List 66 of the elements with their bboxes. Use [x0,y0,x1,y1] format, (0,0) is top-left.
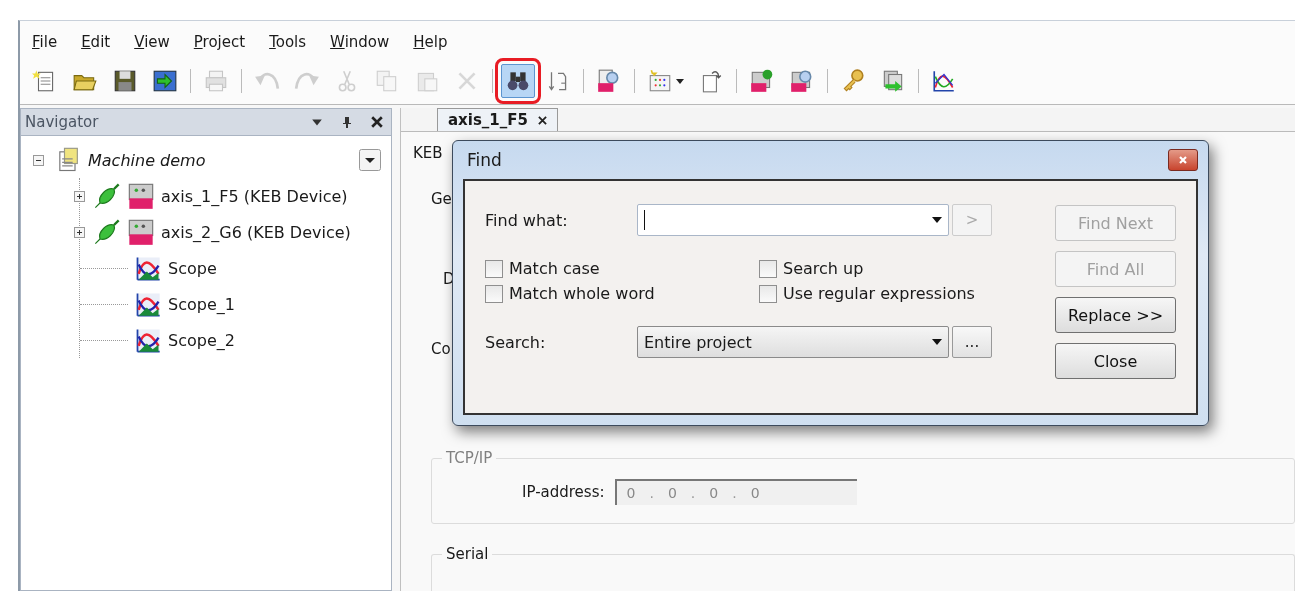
browse-button[interactable]: ... [952,326,992,358]
checkbox-label: Match case [509,259,600,278]
checkbox-label: Use regular expressions [783,284,975,303]
menu-item[interactable]: Help [413,33,448,51]
grid-icon [647,68,673,94]
checkbox-label: Search up [783,259,864,278]
tree-item[interactable]: axis_1_F5 (KEB Device) [161,186,348,206]
device-icon [127,182,155,210]
ip-octet: 0 [626,485,636,501]
form-label: Ge [431,190,452,208]
ip-separator: . [690,485,696,501]
ip-octet: 0 [709,485,719,501]
dialog-title: Find [466,150,502,170]
checkbox[interactable] [759,284,777,303]
ip-octet: 0 [750,485,760,501]
menu-item[interactable]: Window [330,33,390,51]
device-icon [127,218,155,246]
collapse-icon[interactable] [33,154,44,166]
search-scope-dropdown[interactable]: Entire project [637,326,949,358]
import-icon [152,68,178,94]
close-icon [1178,155,1188,165]
field-label: Find what: [485,210,569,230]
checkbox[interactable] [759,259,777,278]
close-button[interactable] [1168,149,1198,171]
checkbox[interactable] [485,259,503,278]
menu-item[interactable]: File [32,33,58,51]
expand-icon[interactable] [74,226,85,238]
device-plus-icon [749,68,775,94]
tree-item[interactable]: Scope_2 [168,330,235,350]
plug-icon [93,182,121,210]
close-icon[interactable] [538,115,547,125]
find-what-field[interactable] [637,204,949,236]
dropdown-button[interactable] [359,149,381,171]
menu-item[interactable]: View [134,33,170,51]
menu-item[interactable]: Project [193,33,246,51]
menu-item[interactable]: Edit [81,33,111,51]
chart-icon [931,68,957,94]
dialog-button[interactable]: Close [1055,343,1176,379]
caret-icon [676,78,684,84]
ip-separator: . [732,485,737,501]
field-label: Search: [485,332,547,352]
ip-separator: . [649,485,654,501]
plug-icon [93,218,121,246]
document-tab[interactable]: axis_1_F5 [437,108,558,131]
printer-icon [203,68,229,94]
form-label: KEB [413,144,443,162]
ip-octet: 0 [667,485,677,501]
tree-item[interactable]: Scope [168,258,217,278]
caret-icon [932,217,942,223]
pin-icon[interactable] [341,116,353,128]
group-title: TCP/IP [442,449,497,467]
dialog-button[interactable]: Replace >> [1055,297,1176,333]
form-label: Co [431,340,451,358]
checkbox[interactable] [485,284,503,303]
panel-title: Navigator [25,113,100,131]
caret-icon [932,339,942,345]
close-icon[interactable] [371,116,383,128]
key-icon [840,68,866,94]
save-icon [112,68,138,94]
checkbox-label: Match whole word [509,284,655,303]
expand-icon[interactable] [74,190,85,202]
menu-item[interactable]: Tools [269,33,307,51]
tree-item[interactable]: Machine demo [88,150,353,170]
field-label: IP-address: [522,483,605,501]
tree-item[interactable]: axis_2_G6 (KEB Device) [161,222,351,242]
tree-item[interactable]: Scope_1 [168,294,235,314]
